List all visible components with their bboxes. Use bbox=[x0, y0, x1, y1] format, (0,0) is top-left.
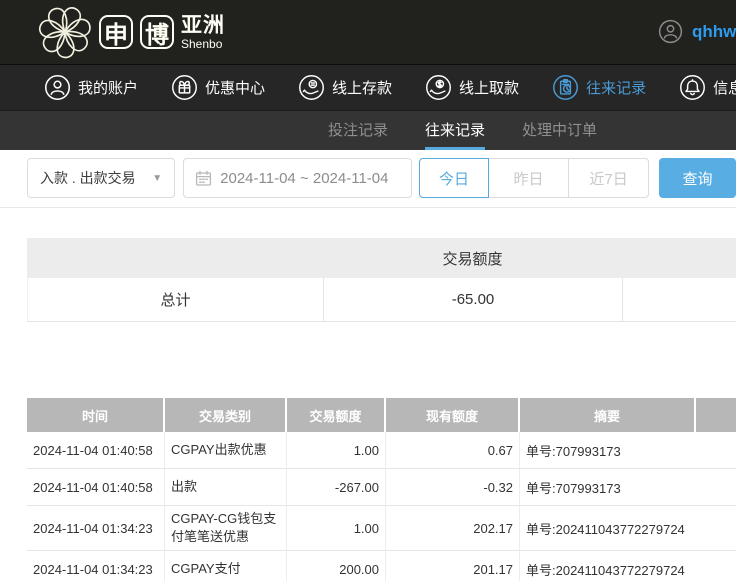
yesterday-button[interactable]: 昨日 bbox=[489, 158, 569, 198]
tab-pending-orders[interactable]: 处理中订单 bbox=[522, 111, 597, 150]
search-button[interactable]: 查询 bbox=[659, 158, 736, 198]
summary-total-row: 总计 -65.00 bbox=[27, 278, 736, 322]
table-header-row: 时间 交易类别 交易额度 现有额度 摘要 bbox=[27, 398, 736, 432]
logo-char-shen: 申 bbox=[99, 15, 133, 49]
transaction-type-select[interactable]: 入款 . 出款交易 ▼ bbox=[27, 158, 175, 198]
cell-balance: 0.67 bbox=[386, 432, 520, 468]
cell-category: CGPAY支付 bbox=[165, 551, 287, 581]
cell-balance: -0.32 bbox=[386, 469, 520, 505]
nav-label: 线上存款 bbox=[332, 77, 392, 98]
calendar-icon bbox=[195, 170, 212, 187]
cell-category: 出款 bbox=[165, 469, 287, 505]
cell-amount: 1.00 bbox=[287, 506, 386, 550]
table-row: 2024-11-04 01:34:23 CGPAY-CG钱包支付笔笔送优惠 1.… bbox=[27, 506, 736, 551]
cell-balance: 201.17 bbox=[386, 551, 520, 581]
transaction-table: 时间 交易类别 交易额度 现有额度 摘要 2024-11-04 01:40:58… bbox=[27, 398, 736, 581]
cell-memo: 单号:202411043772279724 bbox=[520, 506, 736, 550]
summary-table: 交易额度 总计 -65.00 bbox=[27, 238, 736, 322]
col-header-category: 交易类别 bbox=[165, 398, 287, 432]
col-header-amount: 交易额度 bbox=[287, 398, 386, 432]
cell-category: CGPAY出款优惠 bbox=[165, 432, 287, 468]
col-header-memo: 摘要 bbox=[520, 398, 696, 432]
deposit-icon bbox=[298, 74, 325, 101]
nav-item-deposit[interactable]: 线上存款 bbox=[298, 74, 392, 101]
summary-row-label: 总计 bbox=[27, 278, 323, 321]
logo-subtitle: Shenbo bbox=[181, 38, 225, 50]
logo-char-bo: 博 bbox=[140, 15, 174, 49]
tab-betting-records[interactable]: 投注记录 bbox=[328, 111, 388, 150]
table-row: 2024-11-04 01:40:58 出款 -267.00 -0.32 单号:… bbox=[27, 469, 736, 506]
logo-region-text: 亚洲 bbox=[181, 15, 225, 36]
top-header: 申 博 亚洲 Shenbo qhhw2 bbox=[0, 0, 736, 64]
cell-balance: 202.17 bbox=[386, 506, 520, 550]
cell-amount: -267.00 bbox=[287, 469, 386, 505]
username[interactable]: qhhw2 bbox=[692, 22, 736, 42]
main-navigation: 我的账户 优惠中心 线上存款 线上取款 往来记录 bbox=[0, 64, 736, 110]
cell-amount: 200.00 bbox=[287, 551, 386, 581]
nav-item-promotions[interactable]: 优惠中心 bbox=[171, 74, 265, 101]
cell-memo: 单号:707993173 bbox=[520, 432, 736, 468]
quick-date-group: 今日 昨日 近7日 bbox=[419, 158, 649, 198]
cell-memo: 单号:202411043772279724 bbox=[520, 551, 736, 581]
withdraw-icon bbox=[425, 74, 452, 101]
nav-label: 信息中心 bbox=[713, 77, 736, 98]
user-avatar-icon bbox=[658, 19, 683, 44]
cell-time: 2024-11-04 01:40:58 bbox=[27, 432, 165, 468]
col-header-time: 时间 bbox=[27, 398, 165, 432]
nav-label: 线上取款 bbox=[459, 77, 519, 98]
chevron-down-icon: ▼ bbox=[152, 173, 162, 184]
nav-item-withdraw[interactable]: 线上取款 bbox=[425, 74, 519, 101]
tab-transaction-records[interactable]: 往来记录 bbox=[425, 111, 485, 150]
summary-total-value: -65.00 bbox=[323, 278, 622, 321]
transaction-type-value: 入款 . 出款交易 bbox=[40, 168, 136, 188]
nav-item-records[interactable]: 往来记录 bbox=[552, 74, 646, 101]
filter-toolbar: 入款 . 出款交易 ▼ 2024-11-04 ~ 2024-11-04 今日 昨… bbox=[0, 150, 736, 198]
table-row: 2024-11-04 01:34:23 CGPAY支付 200.00 201.1… bbox=[27, 551, 736, 581]
user-icon bbox=[44, 74, 71, 101]
col-header-balance: 现有额度 bbox=[386, 398, 520, 432]
last7days-button[interactable]: 近7日 bbox=[569, 158, 649, 198]
nav-item-my-account[interactable]: 我的账户 bbox=[44, 74, 138, 101]
today-button[interactable]: 今日 bbox=[419, 158, 489, 198]
record-tabs: 投注记录 往来记录 处理中订单 bbox=[0, 110, 736, 150]
table-row: 2024-11-04 01:40:58 CGPAY出款优惠 1.00 0.67 … bbox=[27, 432, 736, 469]
date-range-input[interactable]: 2024-11-04 ~ 2024-11-04 bbox=[183, 158, 412, 198]
summary-header-row: 交易额度 bbox=[27, 238, 736, 278]
user-account[interactable]: qhhw2 bbox=[658, 19, 736, 44]
nav-label: 往来记录 bbox=[586, 77, 646, 98]
nav-label: 优惠中心 bbox=[205, 77, 265, 98]
flower-logo-icon bbox=[38, 5, 92, 59]
cell-amount: 1.00 bbox=[287, 432, 386, 468]
records-icon bbox=[552, 74, 579, 101]
cell-time: 2024-11-04 01:34:23 bbox=[27, 551, 165, 581]
nav-item-messages[interactable]: 信息中心 bbox=[679, 74, 736, 101]
site-logo[interactable]: 申 博 亚洲 Shenbo bbox=[38, 5, 225, 59]
cell-category: CGPAY-CG钱包支付笔笔送优惠 bbox=[165, 506, 287, 550]
nav-label: 我的账户 bbox=[78, 77, 138, 98]
summary-header-label: 交易额度 bbox=[323, 248, 622, 269]
date-range-value: 2024-11-04 ~ 2024-11-04 bbox=[220, 170, 388, 187]
cell-time: 2024-11-04 01:34:23 bbox=[27, 506, 165, 550]
gift-icon bbox=[171, 74, 198, 101]
bell-icon bbox=[679, 74, 706, 101]
cell-time: 2024-11-04 01:40:58 bbox=[27, 469, 165, 505]
section-divider bbox=[0, 207, 736, 208]
cell-memo: 单号:707993173 bbox=[520, 469, 736, 505]
col-header-filler bbox=[696, 398, 736, 432]
